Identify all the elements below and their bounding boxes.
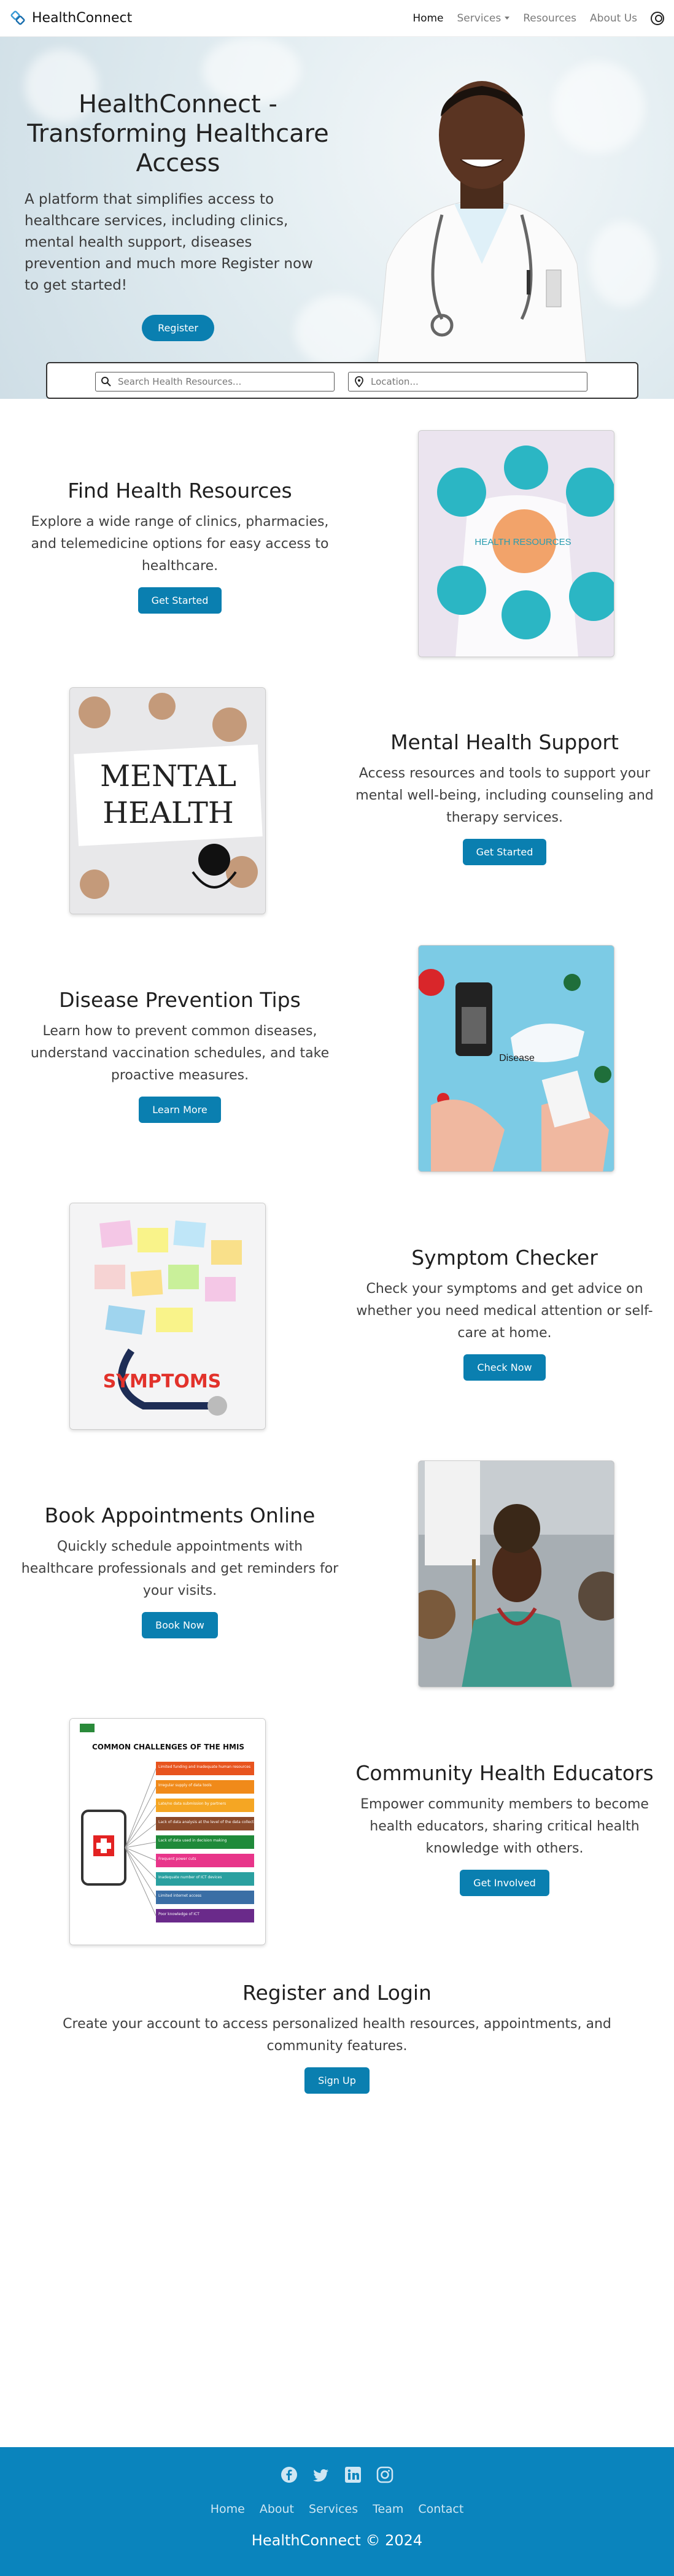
- hero-text: HealthConnect - Transforming Healthcare …: [25, 90, 331, 341]
- feature-title: Mental Health Support: [390, 730, 619, 754]
- search-bar: Search Health Resources... Location...: [46, 362, 638, 399]
- feature-description: Empower community members to become heal…: [360, 1797, 649, 1856]
- footer-links: Home About Services Team Contact: [0, 2502, 674, 2516]
- register-title: Register and Login: [242, 1981, 432, 2005]
- nav-about[interactable]: About Us: [590, 12, 637, 25]
- svg-text:HEALTH RESOURCES: HEALTH RESOURCES: [475, 537, 571, 547]
- book-now-button[interactable]: Book Now: [142, 1612, 218, 1638]
- feature-description: Check your symptoms and get advice on wh…: [356, 1281, 653, 1341]
- brand[interactable]: HealthConnect: [10, 10, 132, 27]
- feature-community-educators: COMMON CHALLENGES OF THE HMIS Limited fu…: [0, 1718, 674, 1946]
- check-now-button[interactable]: Check Now: [463, 1354, 546, 1381]
- search-icon: [101, 377, 111, 387]
- nav-resources[interactable]: Resources: [523, 12, 576, 25]
- chevron-down-icon: [505, 17, 510, 20]
- feature-title: Symptom Checker: [411, 1246, 598, 1270]
- register-section: Register and Login Create your account t…: [0, 1981, 674, 2094]
- footer-link-home[interactable]: Home: [211, 2502, 245, 2516]
- resources-search-placeholder: Search Health Resources...: [118, 376, 242, 387]
- hero-description: A platform that simplifies access to hea…: [25, 191, 313, 293]
- feature-description: Access resources and tools to support yo…: [355, 766, 654, 825]
- disease-prevention-image: Disease: [418, 945, 614, 1172]
- feature-description: Quickly schedule appointments with healt…: [21, 1539, 339, 1598]
- learn-more-button[interactable]: Learn More: [139, 1097, 221, 1123]
- nav-links: Home Services Resources About Us: [413, 11, 664, 25]
- feature-book-appointments: Book Appointments Online Quickly schedul…: [0, 1460, 674, 1689]
- resources-search-field[interactable]: Search Health Resources...: [95, 372, 335, 391]
- svg-text:SYMPTOMS: SYMPTOMS: [103, 1371, 222, 1392]
- logo-icon: [10, 10, 25, 25]
- user-icon[interactable]: [651, 11, 664, 25]
- sign-up-button[interactable]: Sign Up: [304, 2067, 370, 2094]
- get-started-button[interactable]: Get Started: [138, 587, 222, 614]
- hmis-item-label: Limited internet access: [158, 1894, 201, 1898]
- facebook-icon[interactable]: [280, 2466, 298, 2484]
- register-description: Create your account to access personaliz…: [63, 2016, 611, 2054]
- footer-link-contact[interactable]: Contact: [418, 2502, 463, 2516]
- health-resources-image: HEALTH RESOURCES: [418, 430, 614, 657]
- feature-title: Book Appointments Online: [44, 1503, 316, 1527]
- hmis-item-label: Late/no data submission by partners: [158, 1802, 226, 1806]
- hero-title: HealthConnect - Transforming Healthcare …: [27, 90, 329, 177]
- footer-link-about[interactable]: About: [260, 2502, 294, 2516]
- hmis-item-label: Inadequate number of ICT devices: [158, 1875, 222, 1880]
- feature-description: Explore a wide range of clinics, pharmac…: [31, 514, 329, 574]
- feature-title: Find Health Resources: [68, 479, 292, 503]
- location-field[interactable]: Location...: [348, 372, 587, 391]
- symptoms-image: SYMPTOMS: [69, 1203, 266, 1430]
- nav-services-dropdown[interactable]: Services: [457, 12, 510, 25]
- footer-link-team[interactable]: Team: [373, 2502, 403, 2516]
- hmis-item-label: Lack of data used in decision making: [158, 1838, 227, 1843]
- hero-section: HealthConnect - Transforming Healthcare …: [0, 37, 674, 399]
- feature-find-resources: Find Health Resources Explore a wide ran…: [0, 430, 674, 658]
- svg-text:HEALTH: HEALTH: [103, 796, 233, 830]
- svg-text:MENTAL: MENTAL: [100, 759, 236, 793]
- feature-title: Community Health Educators: [355, 1761, 654, 1785]
- hmis-challenges-image: COMMON CHALLENGES OF THE HMIS Limited fu…: [69, 1718, 266, 1945]
- footer: Home About Services Team Contact HealthC…: [0, 2447, 674, 2576]
- brand-name: HealthConnect: [32, 10, 133, 26]
- doctor-image: [374, 81, 590, 399]
- location-pin-icon: [355, 376, 363, 387]
- hmis-item-label: Frequent power cuts: [158, 1857, 196, 1861]
- register-button[interactable]: Register: [142, 315, 214, 341]
- feature-symptom-checker: SYMPTOMS Symptom Checker Check your symp…: [0, 1203, 674, 1431]
- footer-copyright: HealthConnect © 2024: [251, 2532, 423, 2549]
- feature-mental-health: MENTAL HEALTH Mental Health Support Acce…: [0, 687, 674, 916]
- navbar: HealthConnect Home Services Resources Ab…: [0, 0, 674, 37]
- hmis-item-label: Poor knowledge of ICT: [158, 1912, 199, 1916]
- footer-link-services[interactable]: Services: [309, 2502, 358, 2516]
- location-placeholder: Location...: [371, 376, 419, 387]
- social-links: [0, 2466, 674, 2484]
- twitter-icon[interactable]: [312, 2466, 330, 2484]
- get-involved-button[interactable]: Get Involved: [460, 1870, 549, 1896]
- feature-disease-prevention: Disease Prevention Tips Learn how to pre…: [0, 945, 674, 1173]
- linkedin-icon[interactable]: [344, 2466, 362, 2484]
- feature-description: Learn how to prevent common diseases, un…: [30, 1024, 330, 1083]
- mental-health-image: MENTAL HEALTH: [69, 687, 266, 914]
- hmis-item-label: Irregular supply of data tools: [158, 1783, 212, 1787]
- feature-title: Disease Prevention Tips: [59, 988, 301, 1012]
- health-worker-image: [418, 1460, 614, 1687]
- nav-home[interactable]: Home: [413, 12, 443, 25]
- hmis-item-label: Lack of data analysis at the level of th…: [158, 1820, 260, 1824]
- nav-services-label: Services: [457, 12, 502, 25]
- svg-text:Disease: Disease: [499, 1053, 535, 1063]
- hmis-item-label: Limited funding and Inadequate human res…: [158, 1765, 250, 1769]
- get-started-button[interactable]: Get Started: [462, 839, 547, 865]
- svg-text:COMMON CHALLENGES OF THE HMIS: COMMON CHALLENGES OF THE HMIS: [92, 1743, 244, 1751]
- instagram-icon[interactable]: [376, 2466, 394, 2484]
